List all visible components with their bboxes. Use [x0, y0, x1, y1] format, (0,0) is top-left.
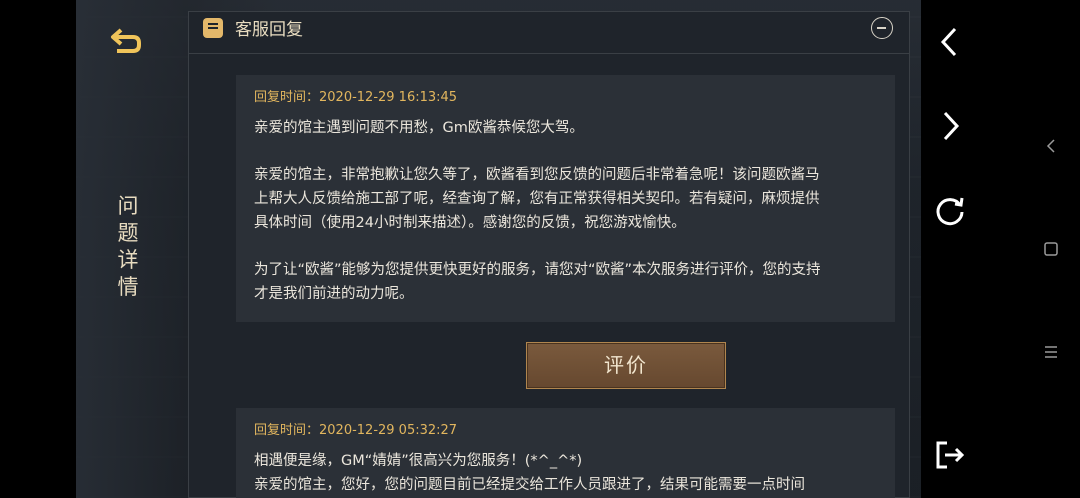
page-title-vertical: 问 题 详 情	[116, 193, 140, 301]
nav-home-icon[interactable]	[1044, 241, 1058, 257]
chevron-left-icon[interactable]	[933, 25, 967, 59]
minus-circle-icon[interactable]	[871, 17, 893, 39]
panel-header: 客服回复	[189, 12, 909, 54]
refresh-icon[interactable]	[933, 193, 967, 227]
chat-bubble-icon	[203, 18, 223, 38]
chevron-right-icon[interactable]	[933, 109, 967, 143]
reply-spacer	[254, 140, 877, 163]
reply-line: 具体时间（使用24小时制来描述）。感谢您的反馈，祝您游戏愉快。	[254, 215, 686, 231]
reply-time: 回复时间：2020-12-29 05:32:27	[254, 423, 458, 438]
reply-line: 亲爱的馆主，您好，您的问题目前已经提交给工作人员跟进了，结果可能需要一点时间	[254, 477, 805, 493]
reply-line: 亲爱的馆主，非常抱歉让您久等了，欧酱看到您反馈的问题后非常着急呢！该问题欧酱马	[254, 167, 820, 183]
system-nav-bar	[1004, 0, 1080, 498]
exit-icon[interactable]	[933, 438, 967, 472]
reply-card: 回复时间：2020-12-29 16:13:45 亲爱的馆主遇到问题不用愁，Gm…	[236, 75, 895, 322]
title-char: 详	[117, 248, 139, 272]
reply-card: 回复时间：2020-12-29 05:32:27 相遇便是缘，GM“婧婧”很高兴…	[236, 408, 895, 498]
reply-time: 回复时间：2020-12-29 16:13:45	[254, 90, 458, 105]
back-arrow-icon[interactable]	[109, 22, 147, 58]
reply-line: 上帮大人反馈给施工部了呢，经查询了解，您有正常获得相关契印。若有疑问，麻烦提供	[254, 191, 820, 207]
reply-line: 才是我们前进的动力呢。	[254, 286, 414, 302]
game-screen: 问 题 详 情 客服回复 回复时间：2020-12-29 16:13:45 亲爱…	[76, 0, 921, 498]
reply-line: 相遇便是缘，GM“婧婧”很高兴为您服务！(*^_^*)	[254, 453, 583, 469]
nav-back-icon[interactable]	[1044, 138, 1058, 154]
rate-button[interactable]: 评价	[526, 342, 726, 389]
panel-title: 客服回复	[235, 20, 303, 40]
nav-menu-icon[interactable]	[1044, 344, 1058, 360]
left-black-bar	[0, 0, 76, 498]
title-char: 问	[117, 194, 139, 218]
reply-spacer	[254, 235, 877, 258]
customer-service-panel: 客服回复 回复时间：2020-12-29 16:13:45 亲爱的馆主遇到问题不…	[188, 11, 910, 498]
title-char: 情	[117, 275, 139, 299]
reply-line: 亲爱的馆主遇到问题不用愁，Gm欧酱恭候您大驾。	[254, 120, 584, 136]
reply-line: 为了让“欧酱”能够为您提供更快更好的服务，请您对“欧酱”本次服务进行评价，您的支…	[254, 262, 821, 278]
browser-controls	[921, 0, 1004, 498]
title-char: 题	[117, 221, 139, 245]
